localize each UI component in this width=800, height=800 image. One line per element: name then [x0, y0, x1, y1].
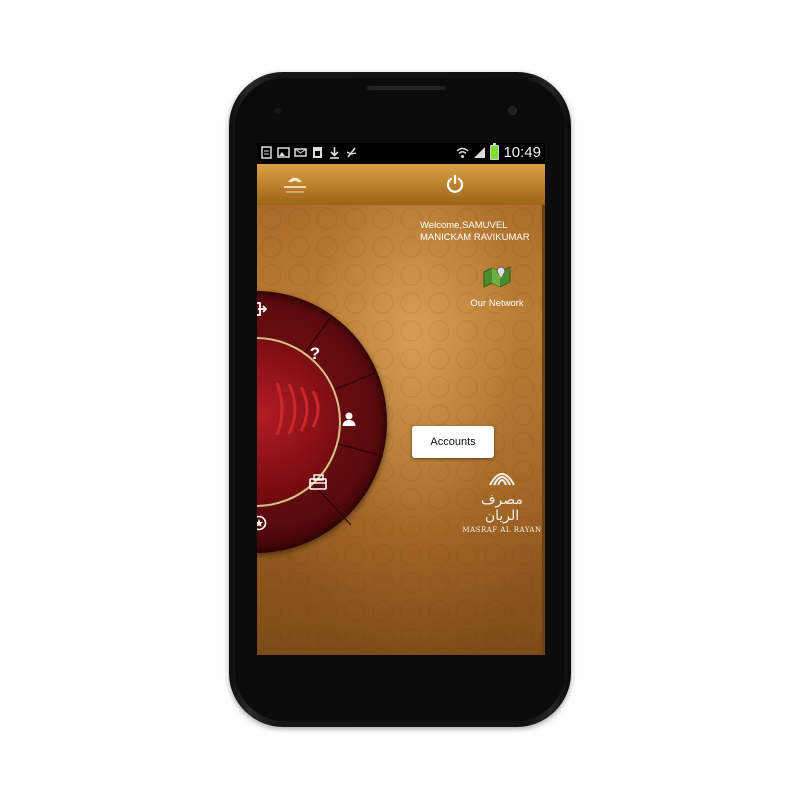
usb-icon: [346, 147, 357, 158]
signal-icon: [474, 147, 486, 158]
sim-icon: [313, 147, 322, 158]
favorites-icon[interactable]: [257, 515, 269, 533]
wheel-center[interactable]: [257, 337, 341, 507]
system-icons: 10:49: [456, 143, 541, 161]
image-icon: [277, 147, 290, 158]
brand-logo: مصرف الريان MASRAF AL RAYAN: [462, 465, 542, 534]
clock: 10:49: [503, 144, 541, 161]
screen-edge: [542, 205, 545, 655]
document-icon: [261, 146, 272, 159]
brand-arabic-name: مصرف الريان: [481, 492, 523, 524]
power-icon[interactable]: [445, 174, 465, 194]
speaker-grille: [367, 86, 445, 90]
notification-icons: [260, 146, 358, 159]
help-icon[interactable]: ?: [306, 344, 324, 363]
brand-latin-name: MASRAF AL RAYAN: [462, 526, 542, 534]
mail-icon: [294, 148, 307, 157]
home-content: Welcome,SAMUVEL MANICKAM RAVIKUMAR Our N…: [257, 205, 545, 655]
battery-icon: [490, 143, 500, 160]
app-screen: 10:49 Welcome,SAMUVEL MANICKAM RAVIKUMAR…: [257, 143, 545, 655]
masraf-al-rayan-logo: [284, 177, 306, 193]
status-bar: 10:49: [257, 143, 545, 164]
accounts-icon[interactable]: [341, 411, 359, 429]
transfer-icon[interactable]: [309, 474, 327, 492]
our-network-label: Our Network: [470, 298, 524, 309]
map-icon: [483, 266, 511, 288]
proximity-sensor: [275, 108, 281, 114]
brand-emblem: [489, 473, 515, 486]
front-camera: [508, 106, 517, 115]
download-icon: [330, 147, 339, 159]
wifi-icon: [456, 147, 469, 158]
app-header: [257, 164, 545, 206]
welcome-text: Welcome,SAMUVEL MANICKAM RAVIKUMAR: [420, 220, 530, 243]
navigation-wheel[interactable]: ?: [257, 291, 387, 553]
logout-icon[interactable]: [257, 301, 269, 319]
accounts-tooltip[interactable]: Accounts: [412, 426, 494, 458]
our-network-button[interactable]: Our Network: [467, 262, 527, 312]
